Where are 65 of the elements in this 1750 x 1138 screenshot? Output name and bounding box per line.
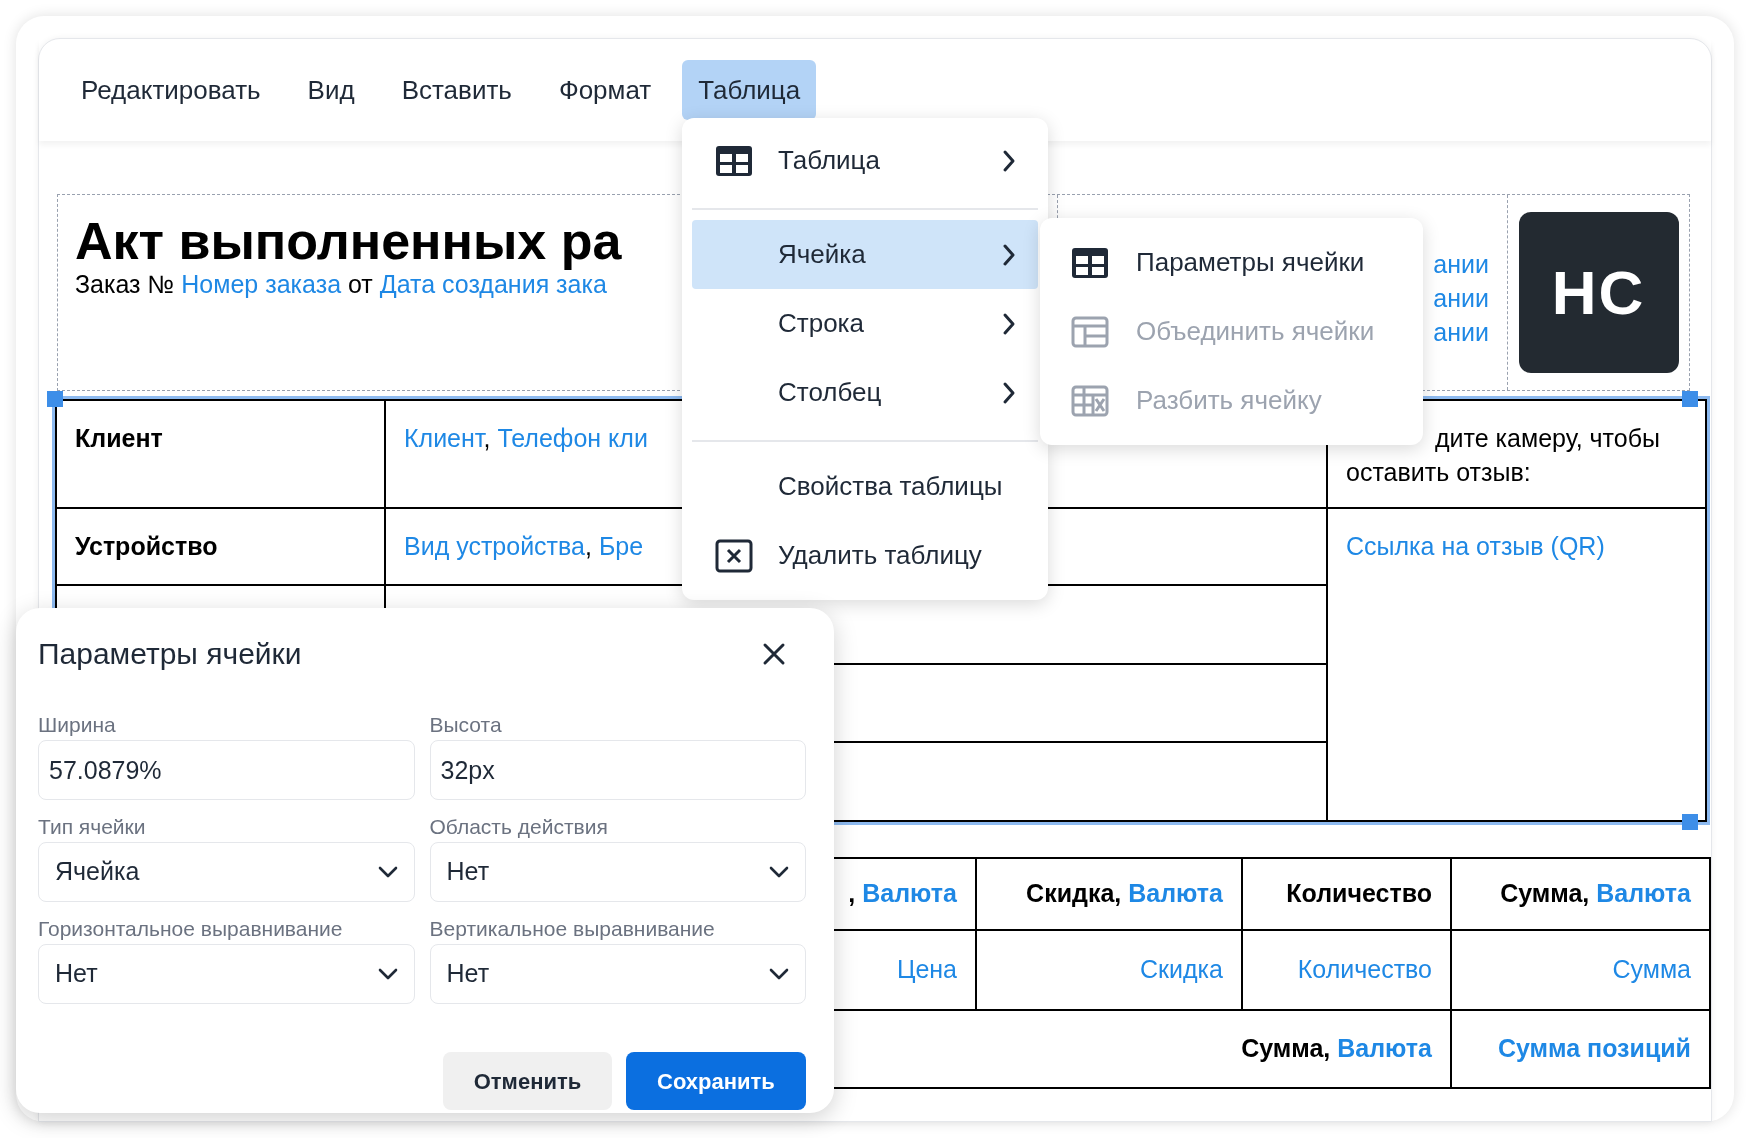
template-variable: Бре <box>598 532 644 560</box>
field-label: Вертикальное выравнивание <box>429 916 716 941</box>
document-text: , <box>848 878 856 910</box>
chevron-down-icon <box>377 866 398 878</box>
total-value: Сумма позиций <box>1497 1034 1691 1063</box>
template-variable: Сумма <box>1612 955 1691 984</box>
template-variable: Телефон кли <box>497 424 648 452</box>
menu-item[interactable]: Ячейка <box>692 220 1038 289</box>
dropdown-field[interactable]: Нет <box>429 842 806 902</box>
resize-handle[interactable] <box>47 391 63 407</box>
document-text: от <box>347 270 374 298</box>
resize-handle[interactable] <box>1682 391 1698 407</box>
document-text: , <box>585 532 593 560</box>
cancel-button[interactable]: Отменить <box>443 1052 612 1110</box>
menu-item[interactable]: Параметры ячейки <box>1040 228 1423 297</box>
template-variable: Номер заказа <box>181 270 342 298</box>
template-variable: Цена <box>896 955 957 984</box>
dropdown-field[interactable]: Нет <box>38 944 415 1004</box>
field-label: Горизонтальное выравнивание <box>38 916 344 941</box>
template-variable: ании <box>1433 317 1489 348</box>
table-icon <box>715 144 753 177</box>
template-variable: Валюта <box>862 878 957 910</box>
template-variable: Количество <box>1297 955 1432 984</box>
template-variable: Вид устройства <box>404 532 585 560</box>
menu-bar-item[interactable]: Таблица <box>682 60 817 120</box>
document-title: Акт выполненных ра <box>75 213 622 269</box>
resize-handle[interactable] <box>1682 814 1698 830</box>
document-text: Количество <box>1286 878 1432 910</box>
document-text: Заказ № <box>75 270 176 298</box>
dropdown-field[interactable]: Ячейка <box>38 842 415 902</box>
template-variable: Клиент <box>404 424 484 452</box>
row-label: Устройство <box>75 531 219 562</box>
dropdown-field[interactable]: Нет <box>429 944 806 1004</box>
document-text: Сумма, <box>1241 1033 1331 1065</box>
field-label: Высота <box>429 712 503 737</box>
menu-item: Объединить ячейки <box>1040 297 1423 366</box>
row-label: Клиент <box>75 423 164 454</box>
template-variable: Скидка <box>1140 955 1223 984</box>
chevron-down-icon <box>377 968 398 980</box>
save-button[interactable]: Сохранить <box>626 1052 806 1110</box>
review-link: Ссылка на отзыв (QR) <box>1346 531 1606 562</box>
document-text: Скидка, <box>1026 878 1122 910</box>
document-text: Сумма, <box>1500 878 1590 910</box>
template-variable: ании <box>1433 249 1489 280</box>
menu-bar-item[interactable]: Вид <box>291 60 371 120</box>
menu-bar-item[interactable]: Формат <box>542 60 668 120</box>
template-variable: Валюта <box>1596 878 1691 910</box>
table-grid-icon <box>1071 315 1109 348</box>
review-prompt: дите камеру, чтобы <box>1434 423 1661 454</box>
delete-box-icon <box>715 538 753 573</box>
template-variable: Валюта <box>1337 1033 1432 1065</box>
close-icon[interactable] <box>762 642 786 666</box>
chevron-down-icon <box>769 968 789 980</box>
template-variable: ании <box>1433 283 1489 314</box>
table-icon <box>1071 246 1109 279</box>
text-field[interactable]: 57.0879% <box>38 740 415 800</box>
chevron-down-icon <box>769 866 789 878</box>
template-variable: Дата создания зака <box>379 270 607 298</box>
menu-bar-item[interactable]: Вставить <box>385 60 528 120</box>
table-x-icon <box>1071 384 1109 417</box>
menu-bar-item[interactable]: Редактировать <box>65 60 277 120</box>
review-prompt: оставить отзыв: <box>1346 457 1532 488</box>
logo: HC <box>1518 212 1679 373</box>
text-field[interactable]: 32px <box>429 740 806 800</box>
template-variable: Валюта <box>1128 878 1223 910</box>
